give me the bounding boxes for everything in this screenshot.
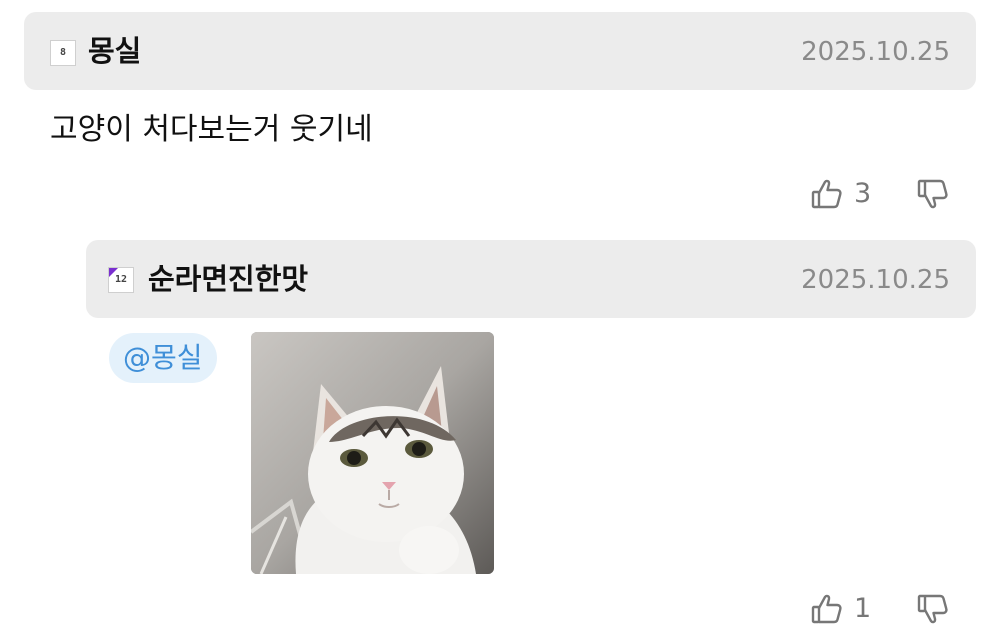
attached-cat-image[interactable] bbox=[251, 332, 494, 574]
reply-reactions: 1 bbox=[810, 590, 950, 630]
thumbs-up-icon[interactable] bbox=[810, 592, 844, 626]
reply-header: 12 순라면진한맛 2025.10.25 bbox=[86, 240, 976, 318]
level-badge-icon: 12 bbox=[108, 267, 134, 293]
comment-header: 8 몽실 2025.10.25 bbox=[24, 12, 976, 90]
comment-date: 2025.10.25 bbox=[801, 37, 950, 67]
like-count: 3 bbox=[854, 178, 872, 209]
author-name[interactable]: 순라면진한맛 bbox=[148, 259, 308, 299]
author-name[interactable]: 몽실 bbox=[88, 31, 141, 71]
level-badge-icon: 8 bbox=[50, 40, 76, 66]
like-count: 1 bbox=[854, 593, 872, 624]
thumbs-down-icon[interactable] bbox=[916, 592, 950, 626]
comment-text: 고양이 처다보는거 웃기네 bbox=[50, 112, 373, 147]
thumbs-down-icon[interactable] bbox=[916, 177, 950, 211]
comment-reactions: 3 bbox=[810, 175, 950, 215]
thumbs-up-icon[interactable] bbox=[810, 177, 844, 211]
mention-tag[interactable]: @몽실 bbox=[109, 333, 217, 383]
comment-date: 2025.10.25 bbox=[801, 265, 950, 295]
